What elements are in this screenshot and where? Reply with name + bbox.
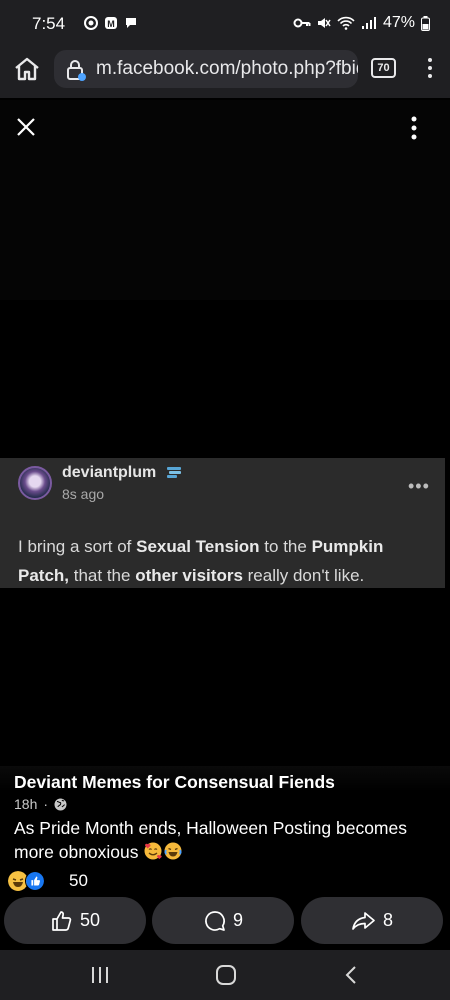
status-system-icons: 47%	[293, 14, 430, 32]
chat-bubble-icon	[126, 18, 136, 28]
battery-percent: 47%	[382, 14, 415, 31]
post-more-icon: •••	[408, 476, 430, 496]
meta-separator: ·	[43, 796, 49, 812]
comment-icon	[205, 910, 225, 931]
lock-icon[interactable]	[64, 58, 88, 82]
more-options-icon[interactable]	[404, 115, 424, 141]
status-bar: 7:54 M 47%	[0, 0, 450, 48]
tab-switcher-button[interactable]: 70	[371, 58, 396, 78]
status-notification-icons: M	[84, 16, 138, 30]
browser-toolbar: m.facebook.com/photo.php?fbid 70	[0, 48, 450, 98]
system-navigation-bar	[0, 950, 450, 1000]
like-button[interactable]: 50	[4, 897, 146, 944]
reaction-count: 50	[69, 871, 88, 890]
status-time: 7:54	[32, 14, 66, 33]
home-nav-icon[interactable]	[214, 964, 238, 986]
post-author: deviantplum	[62, 464, 157, 481]
wifi-icon	[337, 16, 355, 30]
back-icon[interactable]	[340, 964, 364, 986]
tears-of-joy-icon	[164, 842, 182, 860]
comment-button[interactable]: 9	[152, 897, 294, 944]
svg-text:M: M	[107, 19, 115, 29]
like-reaction-icon	[25, 871, 45, 891]
share-icon	[352, 911, 375, 930]
app-notification-icon: M	[105, 17, 117, 29]
caption-text: As Pride Month ends, Halloween Posting b…	[14, 818, 407, 862]
action-bar: 50 9 8	[0, 896, 450, 946]
battery-icon	[421, 15, 430, 31]
browser-menu-icon[interactable]	[424, 56, 436, 80]
photo-caption: Deviant Memes for Consensual Fiends 18h …	[0, 766, 450, 896]
smiling-face-with-hearts-icon	[144, 842, 163, 860]
mute-icon	[317, 18, 331, 28]
recent-apps-icon[interactable]	[88, 964, 112, 986]
post-age[interactable]: 18h	[14, 796, 37, 812]
reaction-summary[interactable]: 50	[8, 871, 88, 891]
photo-tumblr-post: deviantplum 8s ago ••• I bring a sort of…	[0, 458, 445, 588]
post-meta: 18h ·	[14, 796, 67, 812]
post-text: I bring a sort of Sexual Tension to the …	[18, 537, 384, 585]
home-icon[interactable]	[12, 54, 42, 84]
like-count: 50	[79, 910, 101, 930]
comment-count: 9	[232, 910, 243, 930]
post-time: 8s ago	[62, 486, 105, 502]
key-icon	[293, 18, 311, 28]
url-text[interactable]: m.facebook.com/photo.php?fbid	[96, 58, 358, 80]
sync-icon	[84, 16, 98, 30]
signal-icon	[361, 17, 376, 29]
share-button[interactable]: 8	[301, 897, 443, 944]
photo-area	[0, 100, 450, 300]
globe-icon	[54, 798, 67, 810]
close-icon[interactable]	[14, 115, 38, 139]
avatar	[18, 466, 52, 500]
like-icon	[52, 910, 72, 931]
address-bar[interactable]: m.facebook.com/photo.php?fbid	[54, 50, 358, 88]
badge-icon	[167, 467, 181, 478]
page-name[interactable]: Deviant Memes for Consensual Fiends	[14, 772, 335, 793]
share-count: 8	[382, 910, 393, 930]
